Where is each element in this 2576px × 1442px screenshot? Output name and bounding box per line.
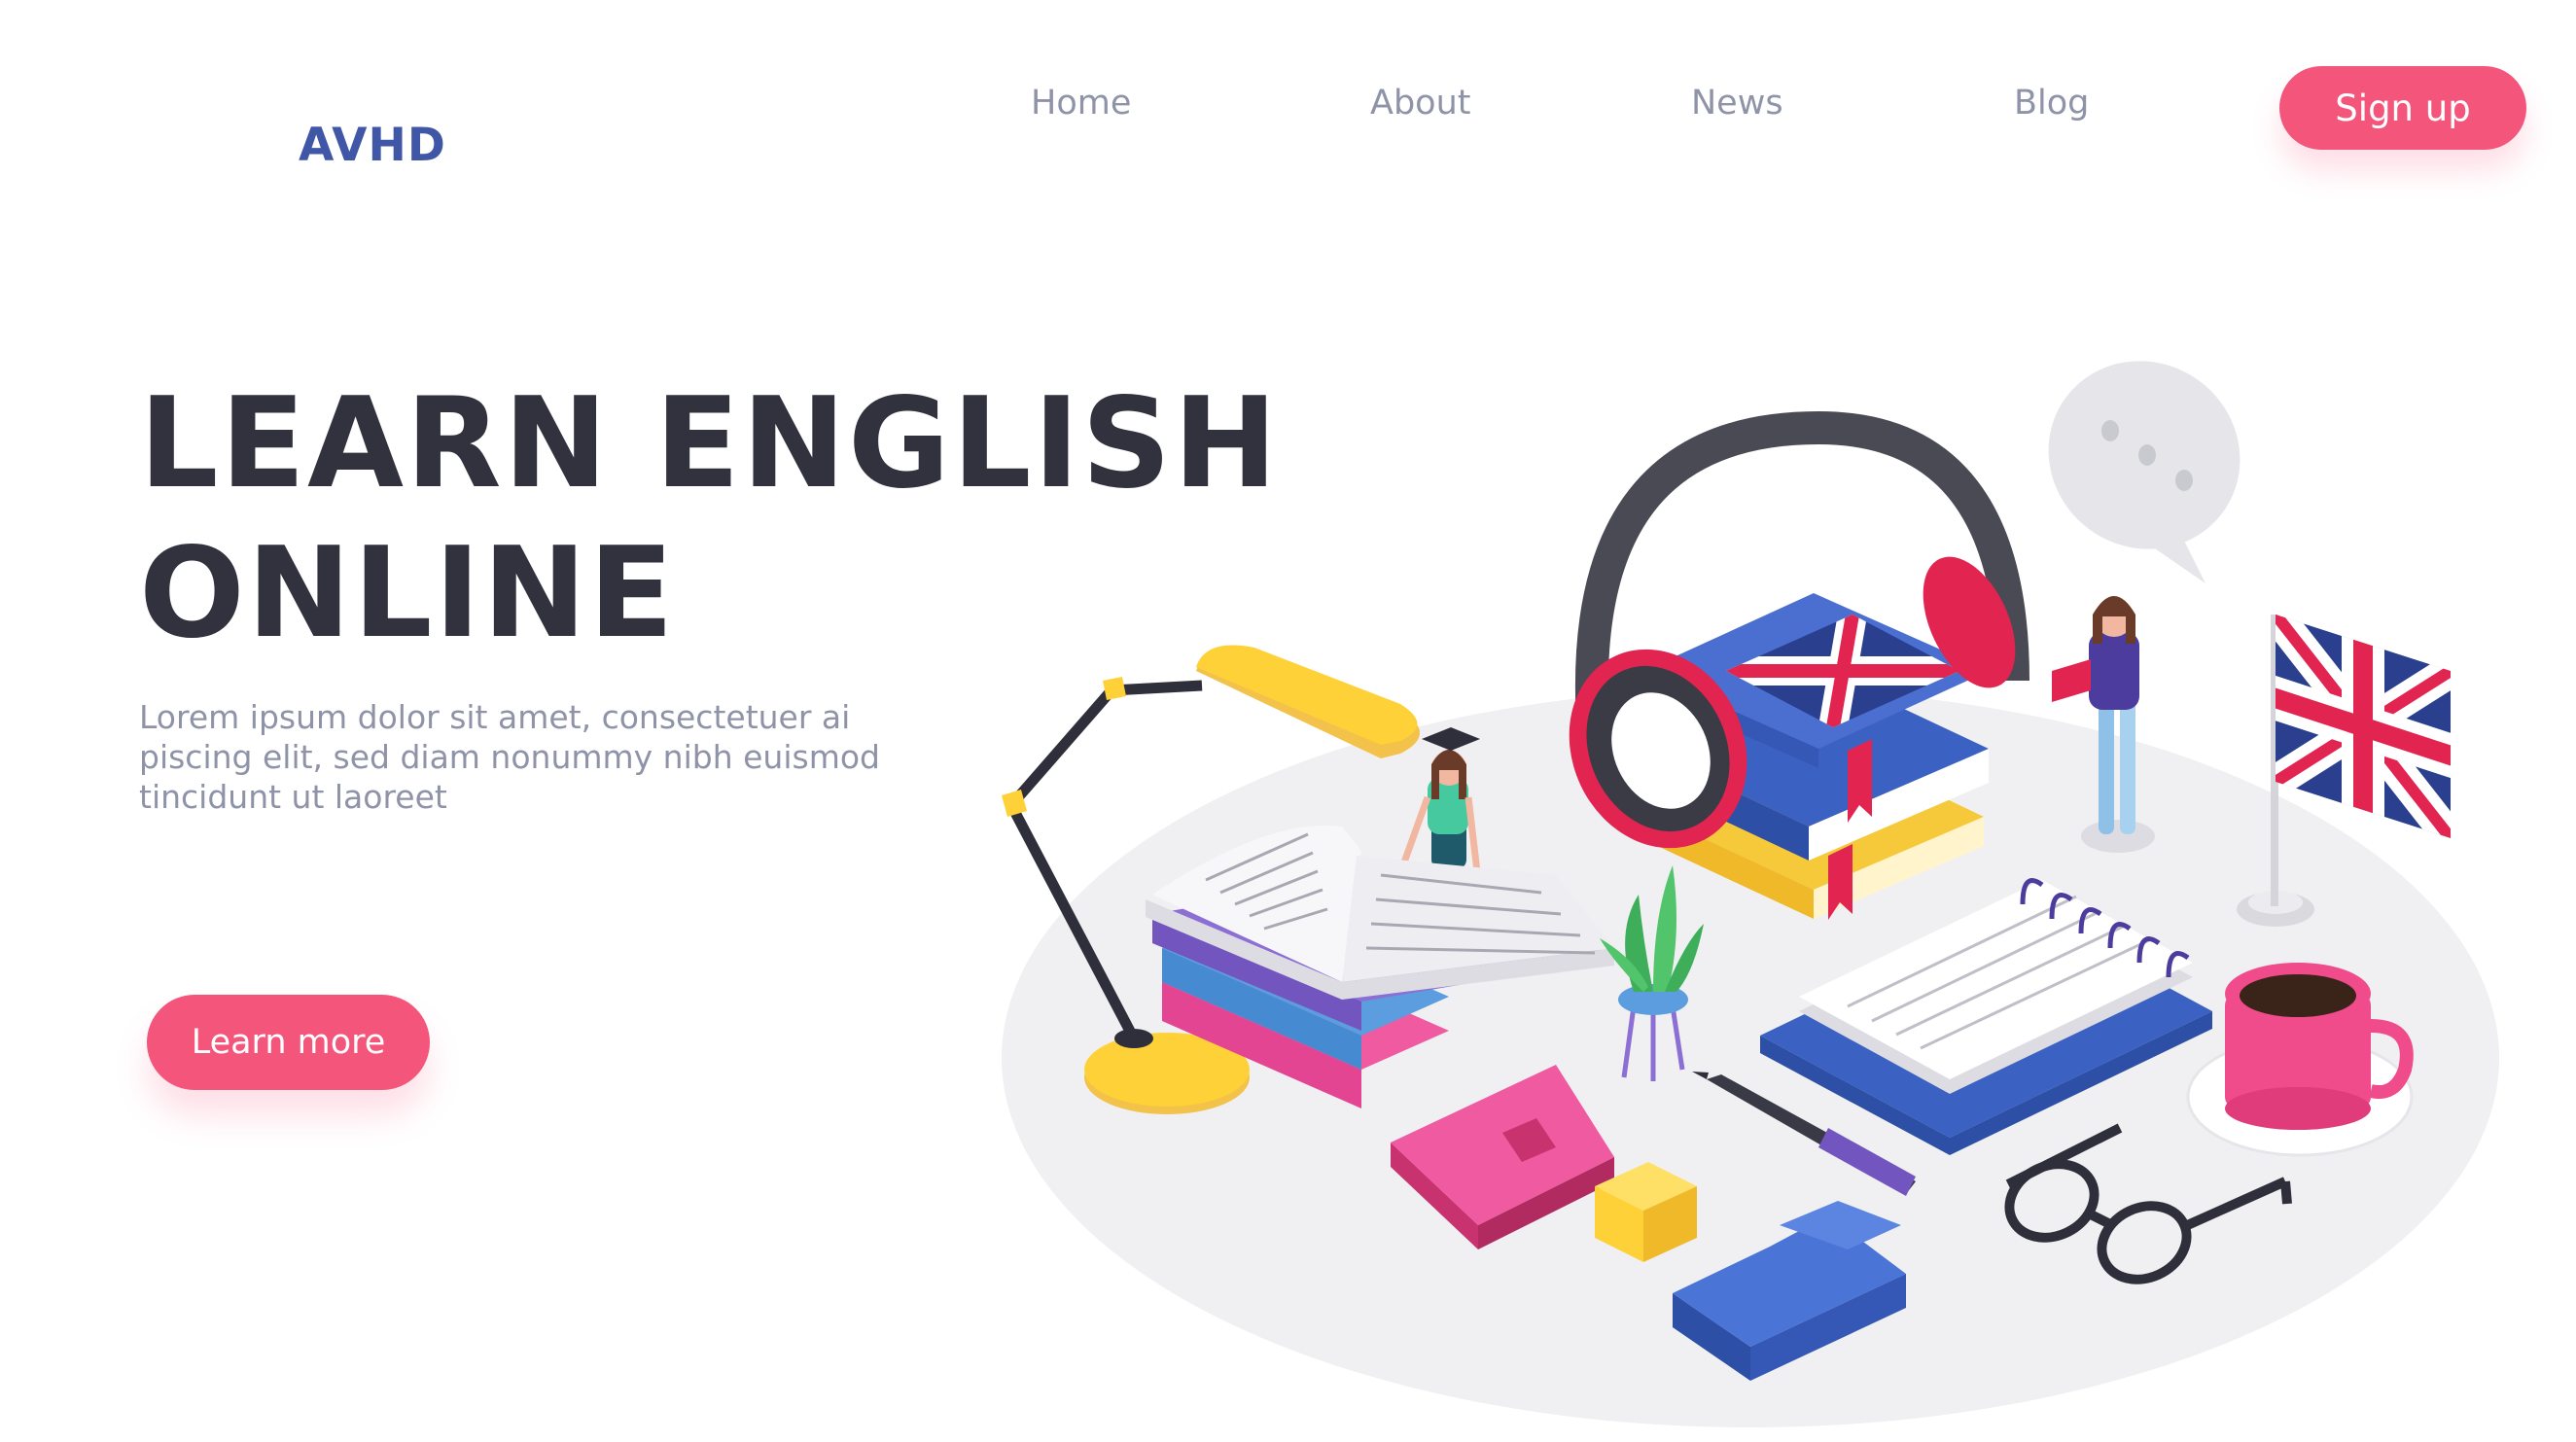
learn-more-button[interactable]: Learn more: [147, 995, 430, 1090]
nav-about[interactable]: About: [1370, 84, 1470, 123]
hero-description: Lorem ipsum dolor sit amet, consectetuer…: [139, 698, 880, 816]
nav-home[interactable]: Home: [1031, 84, 1131, 123]
nav-news[interactable]: News: [1691, 84, 1783, 123]
hero-illustration: A Z: [1002, 361, 2499, 1427]
speech-bubble-icon: [2048, 361, 2241, 583]
logo[interactable]: AVHD: [299, 119, 446, 172]
sign-up-button[interactable]: Sign up: [2279, 66, 2526, 150]
nav-blog[interactable]: Blog: [2014, 84, 2089, 123]
